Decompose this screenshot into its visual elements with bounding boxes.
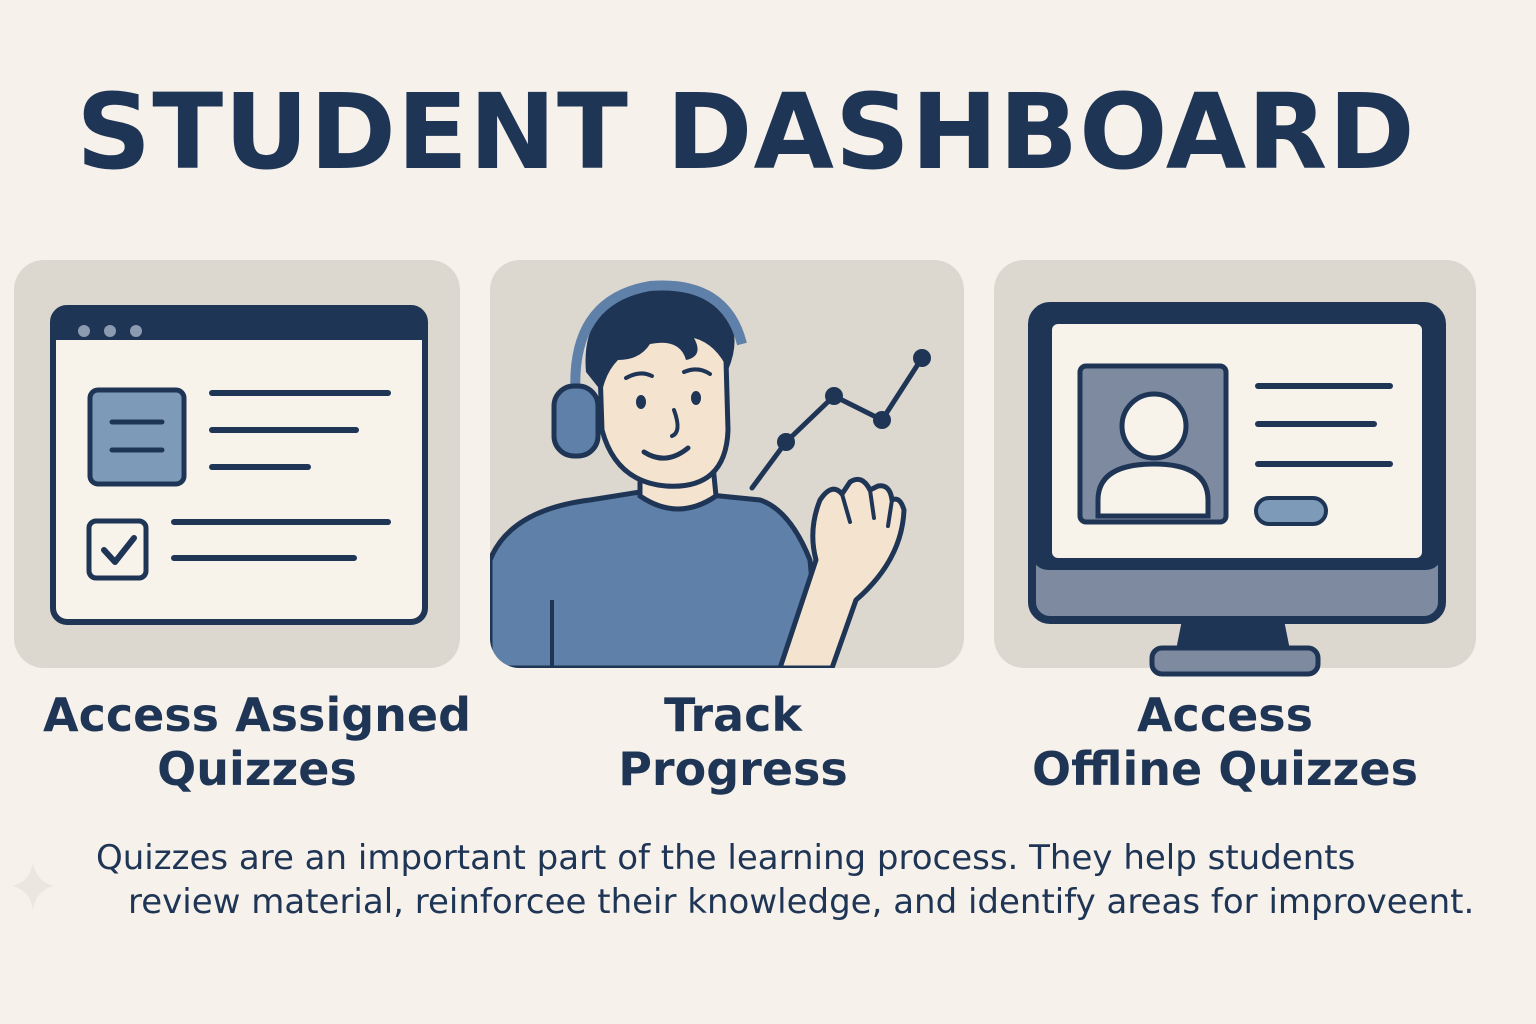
track-progress-label-line2: Progress	[618, 742, 848, 796]
track-progress-label-line1: Track	[664, 688, 802, 742]
sparkle-icon	[12, 862, 54, 910]
track-progress-label: Track Progress	[490, 688, 976, 796]
assigned-quizzes-label-line1: Access Assigned	[42, 688, 472, 742]
student-progress-illustration	[490, 280, 931, 668]
quiz-window-icon	[50, 305, 428, 625]
offline-quizzes-card[interactable]	[994, 260, 1476, 677]
description: Quizzes are an important part of the lea…	[0, 836, 1536, 924]
offline-quizzes-label-line1: Access	[1136, 688, 1314, 742]
description-line2: review material, reinforcee their knowle…	[128, 882, 1475, 922]
track-progress-card[interactable]	[490, 260, 964, 668]
desktop-profile-icon	[1028, 302, 1446, 677]
offline-quizzes-label: Access Offline Quizzes	[994, 688, 1456, 796]
page-title: STUDENT DASHBOARD	[76, 71, 1416, 193]
assigned-quizzes-label-line2: Quizzes	[157, 742, 357, 796]
offline-quizzes-label-line2: Offline Quizzes	[1032, 742, 1418, 796]
assigned-quizzes-label: Access Assigned Quizzes	[14, 688, 500, 796]
description-line1: Quizzes are an important part of the lea…	[96, 838, 1356, 878]
assigned-quizzes-card[interactable]	[14, 260, 460, 668]
